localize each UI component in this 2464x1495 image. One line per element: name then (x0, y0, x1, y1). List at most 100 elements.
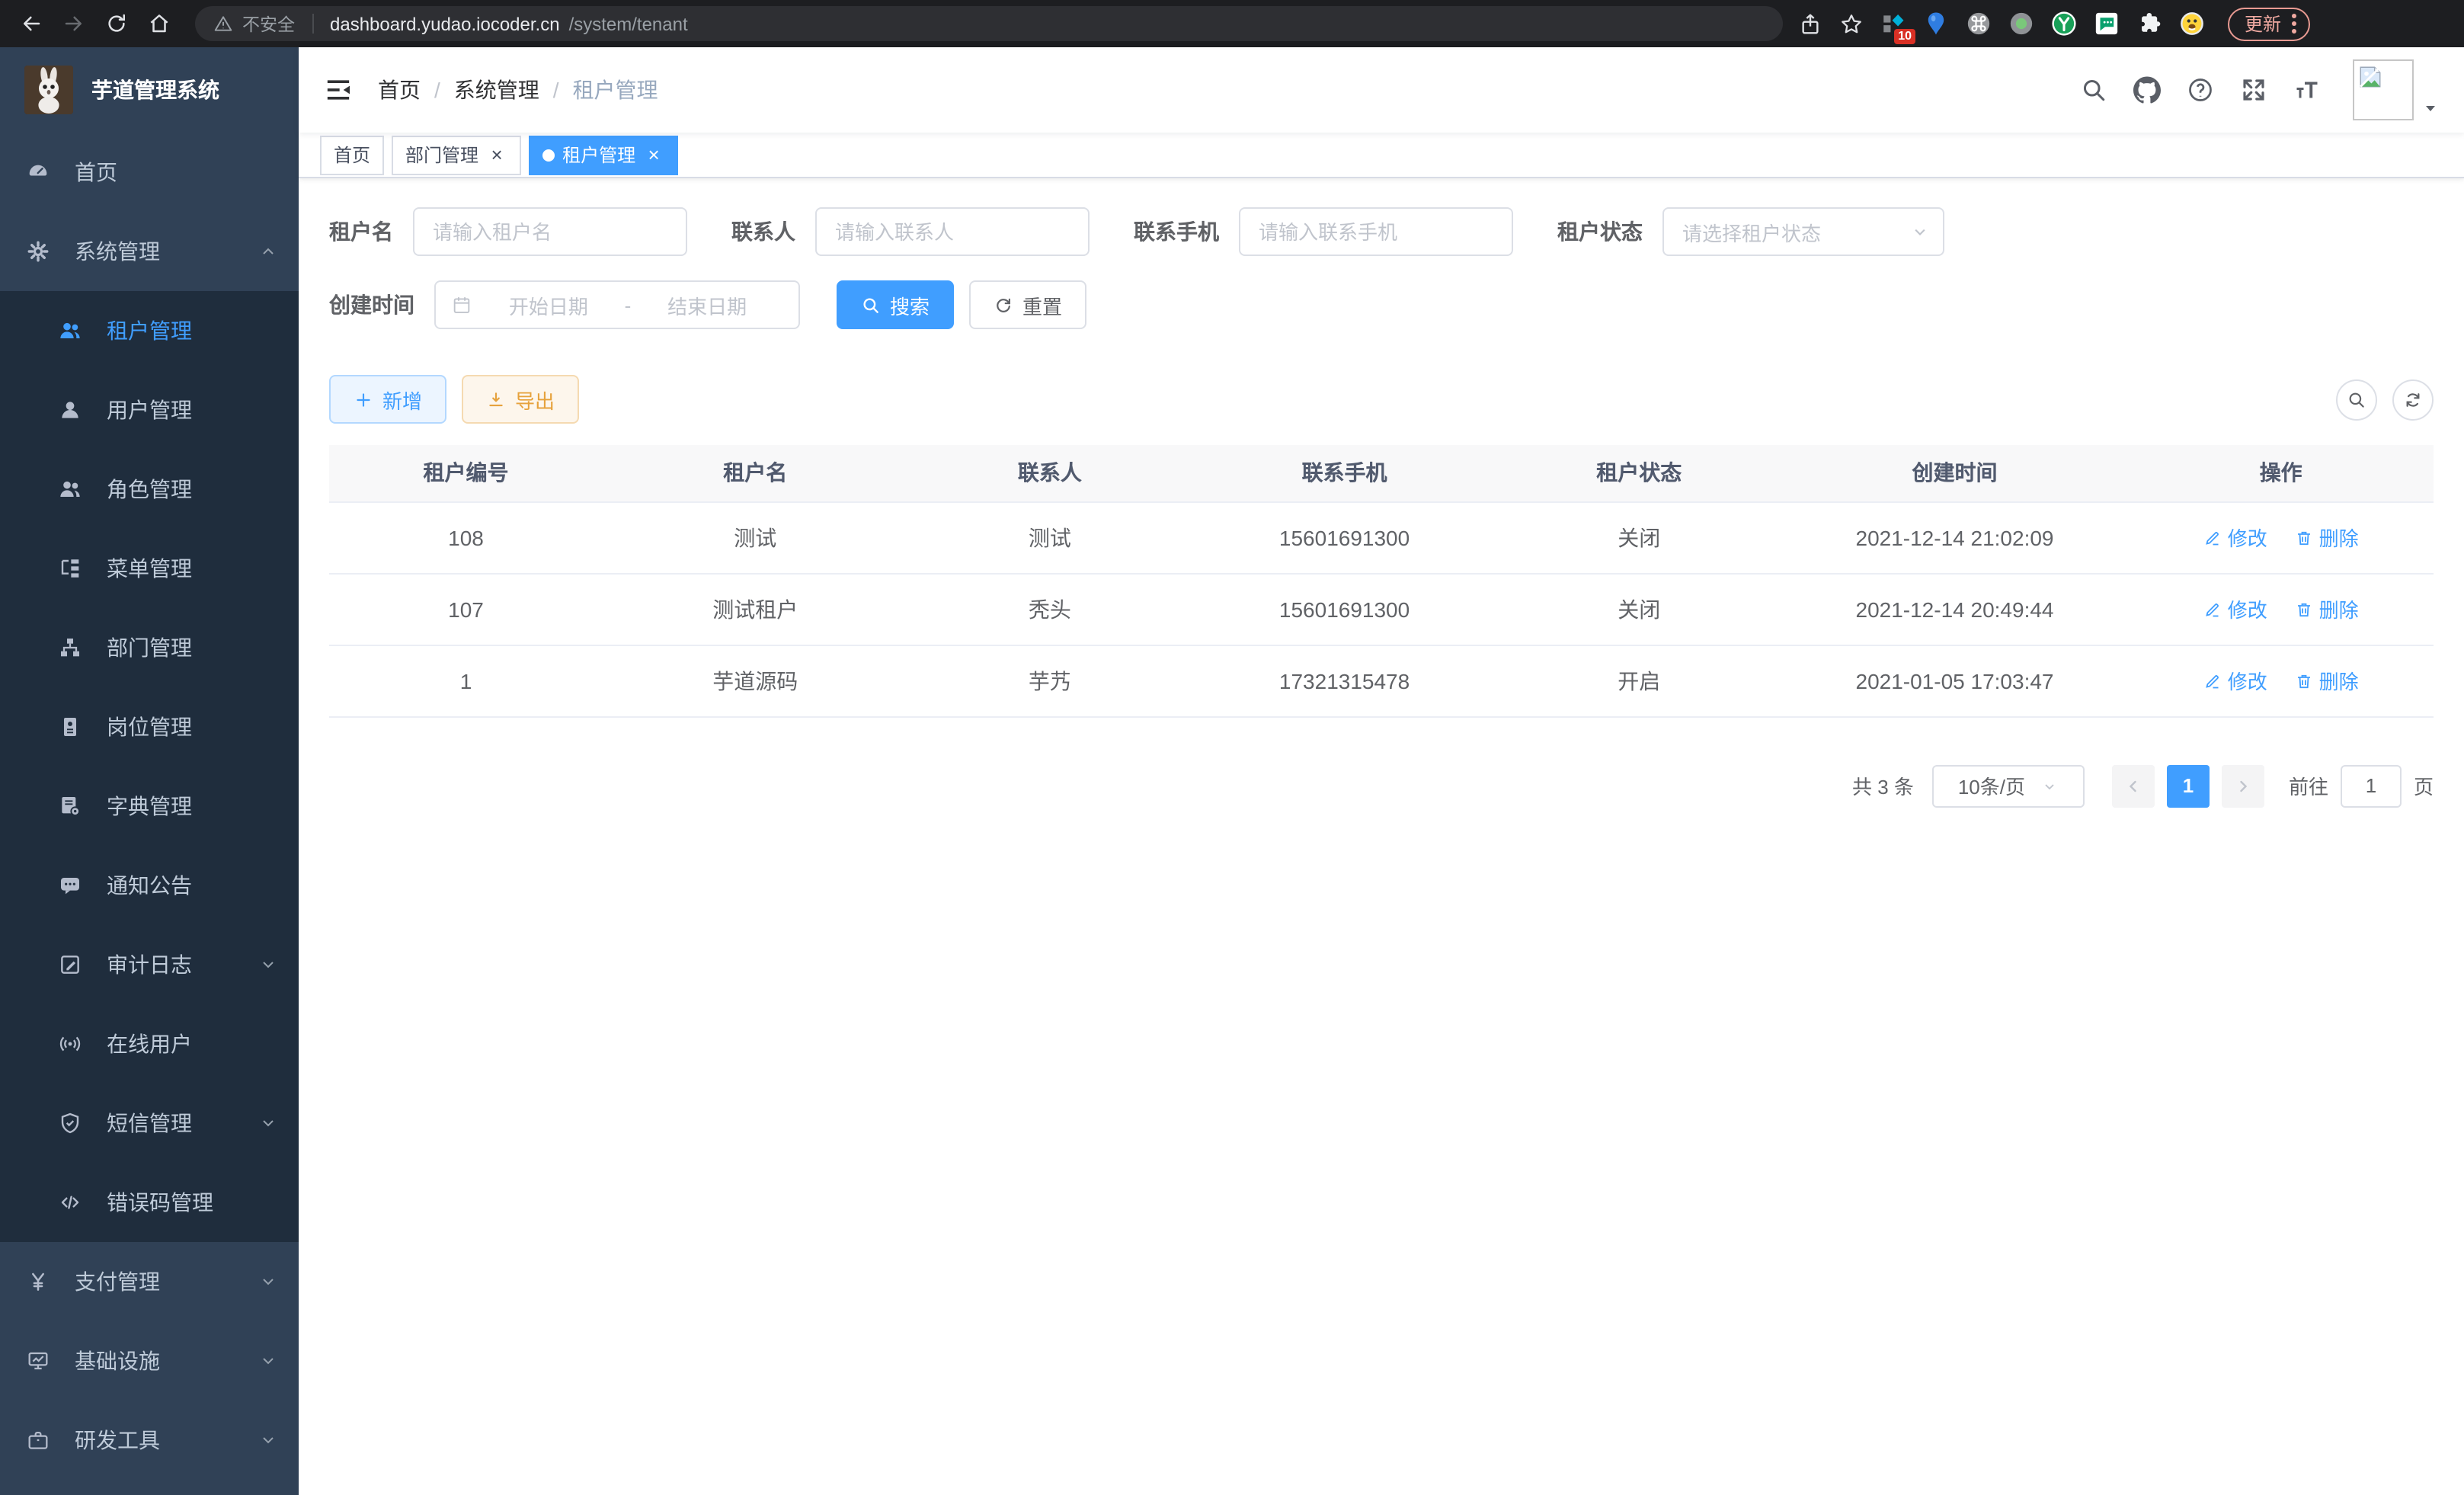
delete-link[interactable]: 删除 (2295, 523, 2359, 552)
tag-tenant-active[interactable]: 租户管理 × (529, 135, 678, 174)
browser-back-button[interactable] (9, 2, 52, 45)
fullscreen-icon[interactable] (2240, 76, 2267, 104)
roles-icon (58, 477, 82, 501)
prev-page-button[interactable] (2112, 764, 2155, 807)
breadcrumb-home[interactable]: 首页 (378, 75, 421, 105)
share-icon[interactable] (1798, 11, 1822, 36)
profile-avatar-icon[interactable] (2179, 11, 2205, 37)
cell-actions: 修改 删除 (2128, 645, 2434, 716)
page-size-select[interactable]: 10条/页 (1932, 764, 2085, 807)
page-number-1[interactable]: 1 (2167, 764, 2210, 807)
browser-menu-icon[interactable] (2292, 14, 2296, 34)
tag-close-icon[interactable]: × (643, 144, 664, 165)
mobile-input[interactable] (1239, 207, 1513, 256)
tag-dept[interactable]: 部门管理 × (392, 135, 521, 174)
tag-close-icon[interactable]: × (486, 144, 507, 165)
delete-link[interactable]: 删除 (2295, 666, 2359, 695)
font-size-icon[interactable] (2293, 76, 2321, 104)
goto-page-input[interactable] (2341, 764, 2402, 807)
contact-input[interactable] (815, 207, 1090, 256)
sidebar-item-user[interactable]: 用户管理 (0, 370, 299, 450)
extension-balloon-icon[interactable] (1923, 11, 1949, 37)
user-avatar-menu[interactable] (2353, 59, 2440, 120)
status-label: 租户状态 (1557, 216, 1643, 247)
extension-badge: 10 (1894, 29, 1915, 44)
next-page-button[interactable] (2222, 764, 2264, 807)
sidebar-item-devtools[interactable]: 研发工具 (0, 1401, 299, 1480)
smiley-glyph (2179, 11, 2205, 37)
puzzle-glyph (2136, 11, 2162, 37)
sidebar-item-dept[interactable]: 部门管理 (0, 608, 299, 687)
yen-icon (26, 1269, 50, 1294)
sidebar-item-label: 支付管理 (75, 1266, 235, 1297)
sidebar-item-online-users[interactable]: 在线用户 (0, 1004, 299, 1084)
sidebar-logo[interactable]: 芋道管理系统 (0, 47, 299, 133)
reset-button[interactable]: 重置 (969, 280, 1086, 329)
help-icon[interactable] (2187, 76, 2214, 104)
edit-link[interactable]: 修改 (2203, 594, 2267, 623)
extension-y-icon[interactable] (2051, 11, 2077, 37)
back-icon (19, 12, 42, 35)
sidebar-item-home[interactable]: 首页 (0, 133, 299, 212)
sidebar-item-post[interactable]: 岗位管理 (0, 687, 299, 767)
browser-home-button[interactable] (137, 2, 180, 45)
browser-update-button[interactable]: 更新 (2228, 7, 2310, 40)
tag-label: 部门管理 (405, 142, 478, 168)
export-button-label: 导出 (515, 385, 555, 414)
refresh-table-button[interactable] (2392, 379, 2434, 420)
monitor-icon (26, 1349, 50, 1373)
logo-image (24, 66, 73, 114)
sidebar-item-role[interactable]: 角色管理 (0, 450, 299, 529)
col-mobile: 联系手机 (1192, 445, 1496, 501)
browser-reload-button[interactable] (94, 2, 137, 45)
sidebar-toggle-icon[interactable] (323, 75, 354, 105)
add-button[interactable]: 新增 (329, 375, 446, 424)
sidebar-item-label: 部门管理 (107, 632, 277, 663)
sidebar-item-audit-log[interactable]: 审计日志 (0, 925, 299, 1004)
navbar: 首页 / 系统管理 / 租户管理 (299, 47, 2464, 133)
sidebar-item-menu[interactable]: 菜单管理 (0, 529, 299, 608)
extension-chat-icon[interactable] (2094, 11, 2120, 37)
notice-chat-icon (58, 873, 82, 898)
extension-chat-glyph (2094, 11, 2120, 37)
delete-link[interactable]: 删除 (2295, 594, 2359, 623)
sidebar-item-pay[interactable]: 支付管理 (0, 1242, 299, 1321)
search-button[interactable]: 搜索 (837, 280, 954, 329)
post-badge-icon (58, 715, 82, 739)
sidebar-item-dict[interactable]: 字典管理 (0, 767, 299, 846)
cell-actions: 修改 删除 (2128, 573, 2434, 645)
extension-command-icon[interactable] (1966, 11, 1992, 37)
export-button[interactable]: 导出 (462, 375, 579, 424)
sidebar-item-infra[interactable]: 基础设施 (0, 1321, 299, 1401)
sidebar-item-sms[interactable]: 短信管理 (0, 1084, 299, 1163)
extension-grid-icon[interactable]: 10 (1880, 11, 1906, 37)
breadcrumb-separator: / (434, 78, 440, 102)
edit-link[interactable]: 修改 (2203, 523, 2267, 552)
date-range-picker[interactable]: 开始日期 - 结束日期 (434, 280, 800, 329)
sidebar-item-system[interactable]: 系统管理 (0, 212, 299, 291)
sidebar-item-tenant[interactable]: 租户管理 (0, 291, 299, 370)
address-bar[interactable]: 不安全 dashboard.yudao.iocoder.cn/system/te… (195, 6, 1783, 41)
edit-link[interactable]: 修改 (2203, 666, 2267, 695)
bookmark-star-icon[interactable] (1839, 11, 1864, 36)
online-signal-icon (58, 1032, 82, 1056)
table-row: 1 芋道源码 芋艿 17321315478 开启 2021-01-05 17:0… (329, 645, 2434, 716)
search-icon[interactable] (2080, 76, 2107, 104)
sidebar-item-label: 通知公告 (107, 870, 277, 901)
pagination: 共 3 条 10条/页 1 前往 页 (329, 764, 2434, 807)
sidebar-item-label: 首页 (75, 157, 277, 187)
tenant-name-input[interactable] (413, 207, 687, 256)
sidebar-item-notice[interactable]: 通知公告 (0, 846, 299, 925)
sidebar-submenu-system: 租户管理 用户管理 角色管理 菜单管理 部门管理 (0, 291, 299, 1242)
chevron-down-icon (259, 1352, 277, 1370)
extensions-puzzle-icon[interactable] (2136, 11, 2162, 37)
browser-forward-button[interactable] (52, 2, 94, 45)
github-icon[interactable] (2133, 76, 2161, 104)
extension-dot-icon[interactable] (2008, 11, 2034, 37)
status-select[interactable]: 请选择租户状态 (1662, 207, 1944, 256)
goto-label: 前往 (2289, 771, 2328, 800)
sidebar-item-errcode[interactable]: 错误码管理 (0, 1163, 299, 1242)
gear-icon (26, 239, 50, 264)
tag-home[interactable]: 首页 (320, 135, 384, 174)
toggle-search-button[interactable] (2336, 379, 2377, 420)
